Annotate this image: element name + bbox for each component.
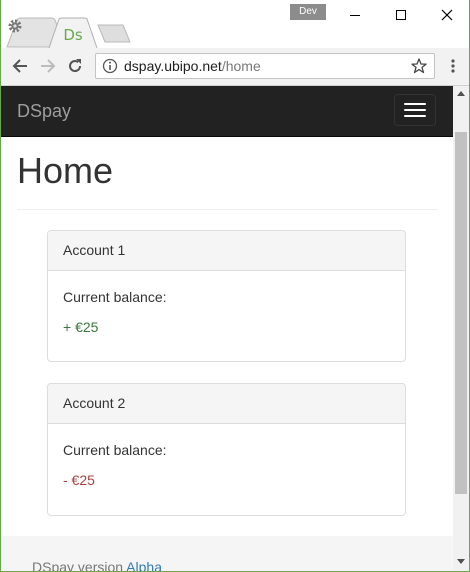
info-icon[interactable] <box>102 58 118 74</box>
page-title: Home <box>17 150 114 191</box>
hamburger-menu-icon <box>404 103 426 105</box>
hamburger-menu-icon <box>404 115 426 117</box>
bookmark-star-icon[interactable] <box>411 58 427 74</box>
kebab-menu-icon <box>451 59 455 73</box>
page-footer: DSpay version Alpha <box>1 536 453 572</box>
url-text[interactable]: dspay.ubipo.net/home <box>124 54 261 78</box>
scroll-down-arrow-icon <box>457 559 465 564</box>
maximize-button[interactable] <box>378 4 424 26</box>
url-path: /home <box>221 58 261 74</box>
footer-text: DSpay version Alpha <box>32 559 162 572</box>
forward-button[interactable] <box>38 56 58 76</box>
maximize-icon <box>396 10 406 20</box>
account-body: Current balance: + €25 <box>48 271 405 336</box>
new-tab-button[interactable] <box>97 24 131 43</box>
account-name: Account 1 <box>48 231 405 271</box>
account-card: Account 2 Current balance: - €25 <box>47 383 406 516</box>
scroll-down-button[interactable] <box>453 554 469 570</box>
back-arrow-icon <box>12 59 27 73</box>
account-name: Account 2 <box>48 384 405 424</box>
new-tab-icon <box>97 24 131 43</box>
scroll-up-arrow-icon <box>457 91 465 96</box>
gear-icon <box>8 19 22 33</box>
account-card: Account 1 Current balance: + €25 <box>47 230 406 362</box>
profile-badge[interactable]: Dev <box>290 4 326 20</box>
balance-label: Current balance: <box>63 289 167 305</box>
address-bar[interactable]: dspay.ubipo.net/home <box>95 53 435 79</box>
ds-favicon: Ds <box>63 25 83 44</box>
back-button[interactable] <box>10 56 30 76</box>
balance-value: + €25 <box>63 319 99 335</box>
scroll-up-button[interactable] <box>453 86 469 102</box>
site-navbar: DSpay <box>1 86 453 137</box>
page-scrollbar[interactable] <box>453 86 469 571</box>
reload-icon <box>69 59 82 72</box>
balance-label: Current balance: <box>63 442 167 458</box>
title-bar: Ds Dev <box>1 0 469 49</box>
navbar-toggle-button[interactable] <box>394 94 436 126</box>
close-window-button[interactable] <box>424 4 469 26</box>
browser-toolbar: dspay.ubipo.net/home <box>1 48 469 86</box>
navbar-brand[interactable]: DSpay <box>17 86 71 136</box>
tab-dspay[interactable]: Ds <box>48 17 98 49</box>
hamburger-menu-icon <box>404 109 426 111</box>
url-host: dspay.ubipo.net <box>124 58 222 74</box>
footer-version-link[interactable]: Alpha <box>126 559 162 571</box>
browser-menu-button[interactable] <box>443 56 463 76</box>
minimize-button[interactable] <box>332 4 378 26</box>
reload-button[interactable] <box>65 56 85 76</box>
footer-version-label: DSpay version <box>32 559 124 572</box>
balance-value: - €25 <box>63 472 95 488</box>
account-body: Current balance: - €25 <box>48 424 405 489</box>
page-viewport: DSpay Home Account 1 Current balance: + … <box>1 86 453 572</box>
header-divider <box>17 209 438 210</box>
minimize-icon <box>350 15 360 16</box>
forward-arrow-icon <box>41 59 56 73</box>
browser-window: Ds Dev dspay.ubipo.net/home DSpay Home A… <box>0 0 470 572</box>
close-icon <box>441 9 453 21</box>
scrollbar-thumb[interactable] <box>455 132 467 494</box>
